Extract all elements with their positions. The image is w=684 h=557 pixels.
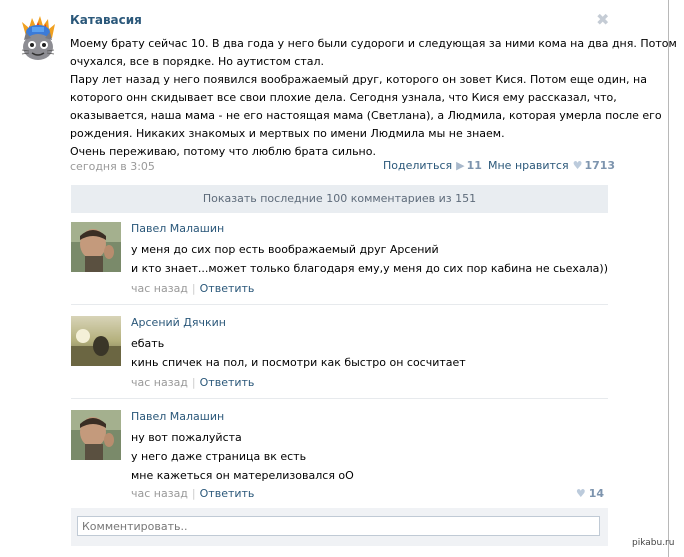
share-label: Поделиться xyxy=(383,159,453,172)
comment-form: Комментировать.. xyxy=(71,508,608,546)
close-icon[interactable]: ✖ xyxy=(596,10,609,29)
comment-text-line: у него даже страница вк есть xyxy=(131,450,307,463)
comment-timestamp[interactable]: час назад xyxy=(131,487,188,500)
post-text-line: оказывается, наша мама - не его настояща… xyxy=(70,109,662,122)
comment-meta: час назад | Ответить xyxy=(131,282,254,295)
comment-text-line: и кто знает...может только благодаря ему… xyxy=(131,262,609,275)
comment-text-line: кинь спичек на пол, и посмотри как быстр… xyxy=(131,356,466,369)
reply-button[interactable]: Ответить xyxy=(200,282,255,295)
post-author-name[interactable]: Катавасия xyxy=(70,13,142,27)
comment-text-line: ну вот пожалуйста xyxy=(131,431,242,444)
comment-like-count: 14 xyxy=(588,487,604,500)
comment-meta: час назад | Ответить xyxy=(131,376,254,389)
comment-timestamp[interactable]: час назад xyxy=(131,376,188,389)
commenter-name[interactable]: Павел Малашин xyxy=(131,410,224,423)
commenter-avatar[interactable] xyxy=(71,316,121,366)
comment-text-line: мне кажеться он матерелизовался оО xyxy=(131,469,354,482)
share-button[interactable]: Поделиться ▶ 11 xyxy=(383,159,482,172)
commenter-name[interactable]: Павел Малашин xyxy=(131,222,224,235)
like-label: Мне нравится xyxy=(488,159,569,172)
reply-button[interactable]: Ответить xyxy=(200,487,255,500)
heart-icon: ♥ xyxy=(575,487,586,500)
commenter-avatar[interactable] xyxy=(71,410,121,460)
comment-item: Арсений Дячкин ебать кинь спичек на пол,… xyxy=(71,316,608,392)
meta-separator: | xyxy=(191,487,196,500)
commenter-avatar[interactable] xyxy=(71,222,121,272)
post-text-line: Пару лет назад у него появился воображае… xyxy=(70,73,647,86)
author-avatar[interactable] xyxy=(18,14,58,66)
comment-text: у меня до сих пор есть воображаемый друг… xyxy=(131,240,608,278)
like-button[interactable]: Мне нравится ♥ 1713 xyxy=(488,159,615,172)
post-text-line: очухался, все в порядке. Но аутистом ста… xyxy=(70,55,324,68)
commenter-name[interactable]: Арсений Дячкин xyxy=(131,316,226,329)
reply-button[interactable]: Ответить xyxy=(200,376,255,389)
comment-timestamp[interactable]: час назад xyxy=(131,282,188,295)
heart-icon: ♥ xyxy=(572,159,583,172)
post-text-line: Моему брату сейчас 10. В два года у него… xyxy=(70,37,677,50)
post-timestamp[interactable]: сегодня в 3:05 xyxy=(70,160,155,173)
comment-text: ебать кинь спичек на пол, и посмотри как… xyxy=(131,334,466,372)
show-more-comments-button[interactable]: Показать последние 100 комментариев из 1… xyxy=(71,185,608,213)
megaphone-icon: ▶ xyxy=(456,159,465,172)
page-right-border xyxy=(668,0,669,557)
post-text-line: которого онн скидывает все свои плохие д… xyxy=(70,91,617,104)
comment-meta: час назад | Ответить xyxy=(131,487,254,500)
comment-item: Павел Малашин ну вот пожалуйста у него д… xyxy=(71,410,608,502)
comment-text-line: у меня до сих пор есть воображаемый друг… xyxy=(131,243,439,256)
comment-item: Павел Малашин у меня до сих пор есть воо… xyxy=(71,222,608,298)
comment-divider xyxy=(71,304,608,305)
comment-like-button[interactable]: ♥ 14 xyxy=(576,487,604,500)
comment-text-line: ебать xyxy=(131,337,165,350)
like-count: 1713 xyxy=(584,159,616,172)
meta-separator: | xyxy=(191,282,196,295)
watermark: pikabu.ru xyxy=(632,538,675,548)
comment-input[interactable]: Комментировать.. xyxy=(77,516,600,536)
post-text: Моему брату сейчас 10. В два года у него… xyxy=(70,35,677,161)
comment-text: ну вот пожалуйста у него даже страница в… xyxy=(131,428,354,485)
comment-divider xyxy=(71,398,608,399)
meta-separator: | xyxy=(191,376,196,389)
post-text-line: рождения. Никаких знакомых и мертвых по … xyxy=(70,127,505,140)
share-count: 11 xyxy=(466,159,482,172)
